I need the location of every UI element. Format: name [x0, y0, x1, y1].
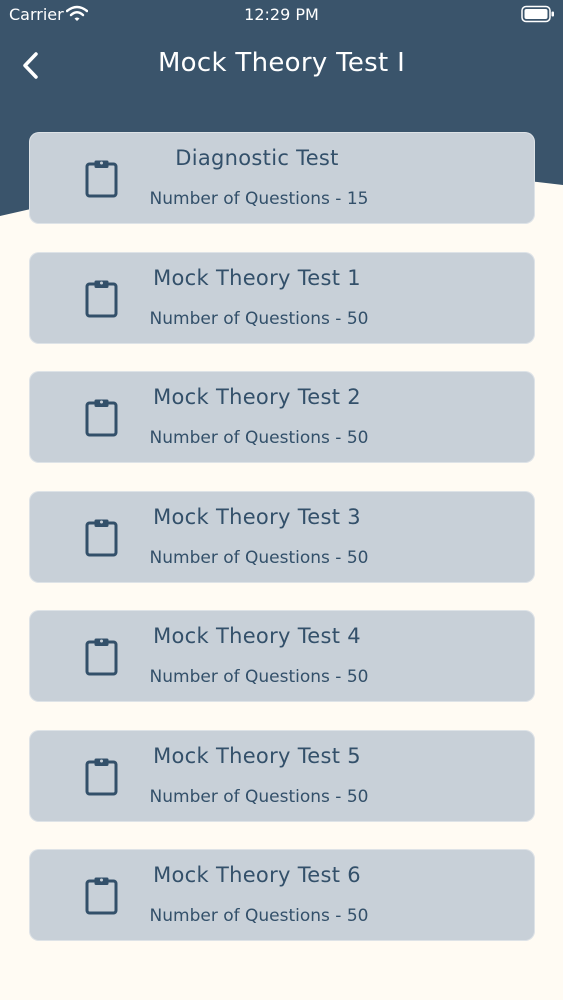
status-time: 12:29 PM [244, 5, 319, 24]
page-title: Mock Theory Test I [157, 48, 406, 78]
question-count: Number of Questions - 15 [149, 189, 369, 209]
status-bar: Carrier 12:29 PM [0, 0, 563, 30]
test-title: Mock Theory Test 1 [153, 265, 361, 290]
question-count: Number of Questions - 50 [149, 428, 369, 448]
test-card-diagnostic[interactable]: Diagnostic Test Number of Questions - 15 [29, 132, 535, 224]
question-count: Number of Questions - 50 [149, 786, 369, 807]
test-title: Mock Theory Test 3 [153, 504, 361, 529]
test-card-mock-2[interactable]: Mock Theory Test 2 Number of Questions -… [29, 371, 535, 463]
test-title: Mock Theory Test 2 [153, 385, 361, 409]
test-title: Diagnostic Test [175, 146, 339, 170]
test-title: Mock Theory Test 5 [153, 743, 361, 768]
test-list: Diagnostic Test Number of Questions - 15… [29, 132, 535, 969]
test-card-mock-1[interactable]: Mock Theory Test 1 Number of Questions -… [29, 251, 535, 344]
test-title: Mock Theory Test 4 [153, 624, 361, 648]
question-count: Number of Questions - 50 [149, 308, 369, 329]
question-count: Number of Questions - 50 [149, 667, 369, 687]
test-card-mock-5[interactable]: Mock Theory Test 5 Number of Questions -… [29, 729, 535, 822]
test-title: Mock Theory Test 6 [153, 863, 361, 887]
question-count: Number of Questions - 50 [149, 547, 369, 568]
battery-icon [521, 5, 555, 23]
test-card-mock-3[interactable]: Mock Theory Test 3 Number of Questions -… [29, 490, 535, 583]
test-card-mock-4[interactable]: Mock Theory Test 4 Number of Questions -… [29, 610, 535, 702]
test-card-mock-6[interactable]: Mock Theory Test 6 Number of Questions -… [29, 849, 535, 941]
question-count: Number of Questions - 50 [149, 906, 369, 926]
